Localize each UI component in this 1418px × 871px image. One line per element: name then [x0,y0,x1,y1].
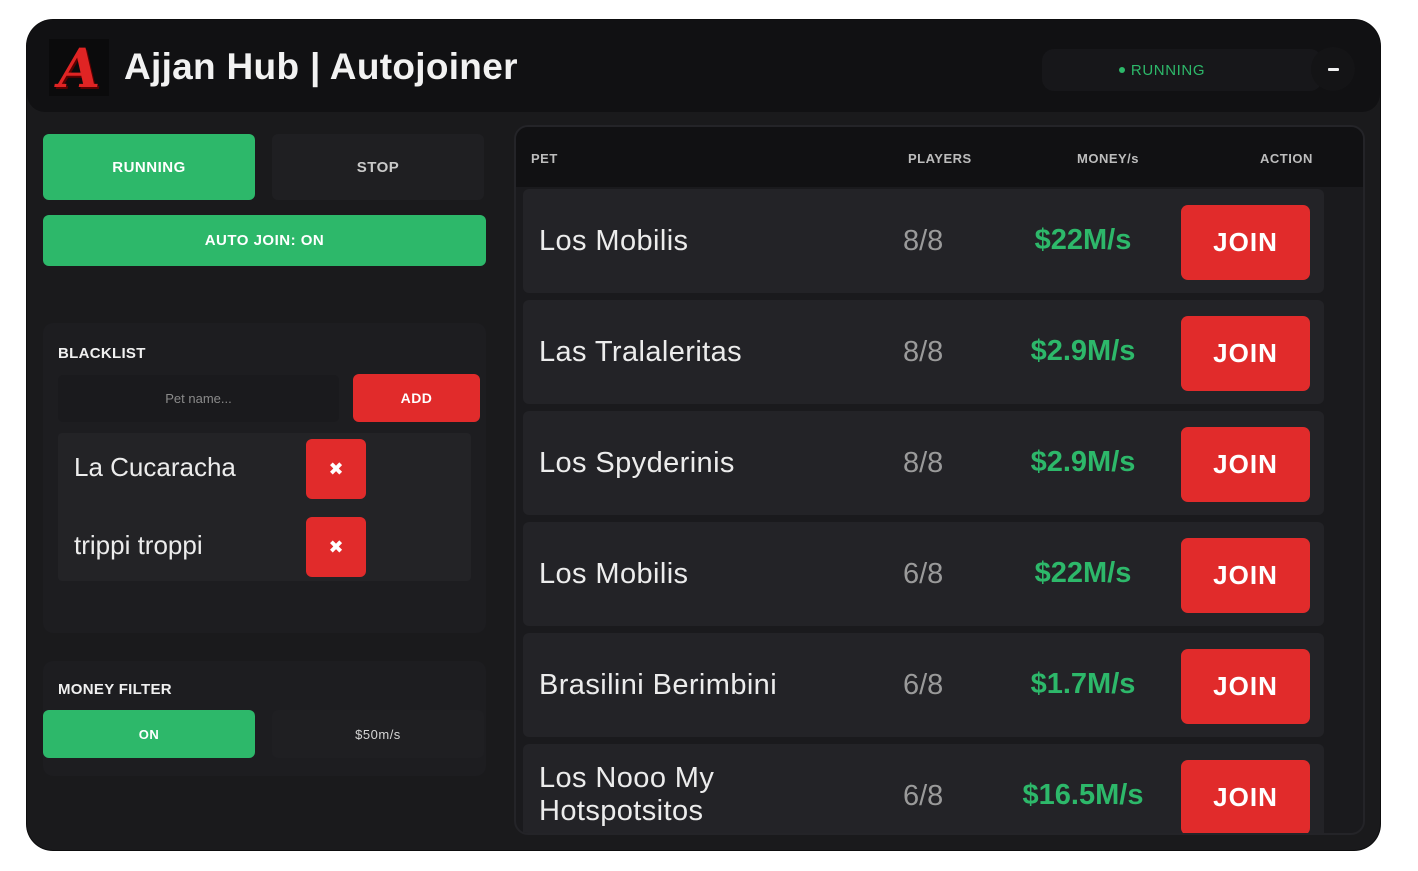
blacklist-add-button[interactable]: ADD [353,374,480,422]
row-money: $22M/s [1034,224,1132,256]
app-window: A Ajjan Hub | Autojoiner RUNNING RUNNING… [27,20,1380,850]
row-pet-name: Los Spyderinis [539,447,735,479]
table-row: Los Mobilis 6/8 $22M/s JOIN [523,522,1324,626]
row-players: 8/8 [903,225,944,257]
row-pet-name: Brasilini Berimbini [539,669,778,701]
table-row: Los Mobilis 8/8 $22M/s JOIN [523,189,1324,293]
row-pet-name: Los Mobilis [539,225,689,257]
table-header: PET PLAYERS MONEY/s ACTION [516,127,1363,187]
row-money: $2.9M/s [1030,335,1136,367]
close-icon: ✖ [328,536,344,557]
money-threshold-field[interactable]: $50m/s [272,710,484,758]
minimize-icon [1327,67,1339,71]
column-header-money: MONEY/s [1077,151,1140,166]
close-icon: ✖ [328,458,344,479]
join-button[interactable]: JOIN [1181,427,1310,502]
logo-letter: A [52,35,106,100]
row-money: $16.5M/s [1022,779,1144,811]
row-pet-name: Las Tralaleritas [539,336,743,368]
blacklist-pet-input[interactable] [58,375,339,422]
row-players: 8/8 [903,447,944,479]
row-players: 6/8 [903,780,944,812]
column-header-action: ACTION [1260,151,1313,166]
status-text: RUNNING [1130,61,1206,79]
blacklist-item: trippi troppi ✖ [58,514,471,578]
join-button[interactable]: JOIN [1181,205,1310,280]
stop-button[interactable]: STOP [272,134,484,200]
server-table: PET PLAYERS MONEY/s ACTION Los Mobilis 8… [514,125,1365,835]
blacklist-item: La Cucaracha ✖ [58,436,471,500]
table-row: Brasilini Berimbini 6/8 $1.7M/s JOIN [523,633,1324,737]
app-logo: A [49,35,109,100]
money-filter-toggle[interactable]: ON [43,710,255,758]
row-money: $22M/s [1034,557,1132,589]
join-button[interactable]: JOIN [1181,316,1310,391]
row-players: 6/8 [903,558,944,590]
row-pet-name: Los Nooo My Hotspotsitos [539,762,715,827]
running-button[interactable]: RUNNING [43,134,255,200]
blacklist-item-name: La Cucaracha [74,452,236,482]
table-row: Las Tralaleritas 8/8 $2.9M/s JOIN [523,300,1324,404]
row-players: 6/8 [903,669,944,701]
app-title: Ajjan Hub | Autojoiner [124,46,518,87]
row-pet-name: Los Mobilis [539,558,689,590]
row-money: $2.9M/s [1030,446,1136,478]
status-dot-icon [1118,67,1125,73]
join-button[interactable]: JOIN [1181,649,1310,724]
column-header-pet: PET [531,151,558,166]
table-row: Los Nooo My Hotspotsitos 6/8 $16.5M/s JO… [523,744,1324,833]
title-bar: A Ajjan Hub | Autojoiner RUNNING [27,20,1380,112]
row-money: $1.7M/s [1030,668,1136,700]
join-button[interactable]: JOIN [1181,538,1310,613]
join-button[interactable]: JOIN [1181,760,1310,833]
blacklist-list: La Cucaracha ✖ trippi troppi ✖ [58,433,471,581]
blacklist-remove-button[interactable]: ✖ [306,439,366,499]
status-indicator: RUNNING [1042,49,1322,91]
column-header-players: PLAYERS [908,151,972,166]
minimize-button[interactable] [1311,47,1355,91]
blacklist-remove-button[interactable]: ✖ [306,517,366,577]
blacklist-item-name: trippi troppi [74,530,203,560]
row-players: 8/8 [903,336,944,368]
auto-join-toggle[interactable]: AUTO JOIN: ON [43,215,486,266]
money-filter-title: MONEY FILTER [58,681,172,698]
blacklist-title: BLACKLIST [58,345,146,362]
table-row: Los Spyderinis 8/8 $2.9M/s JOIN [523,411,1324,515]
